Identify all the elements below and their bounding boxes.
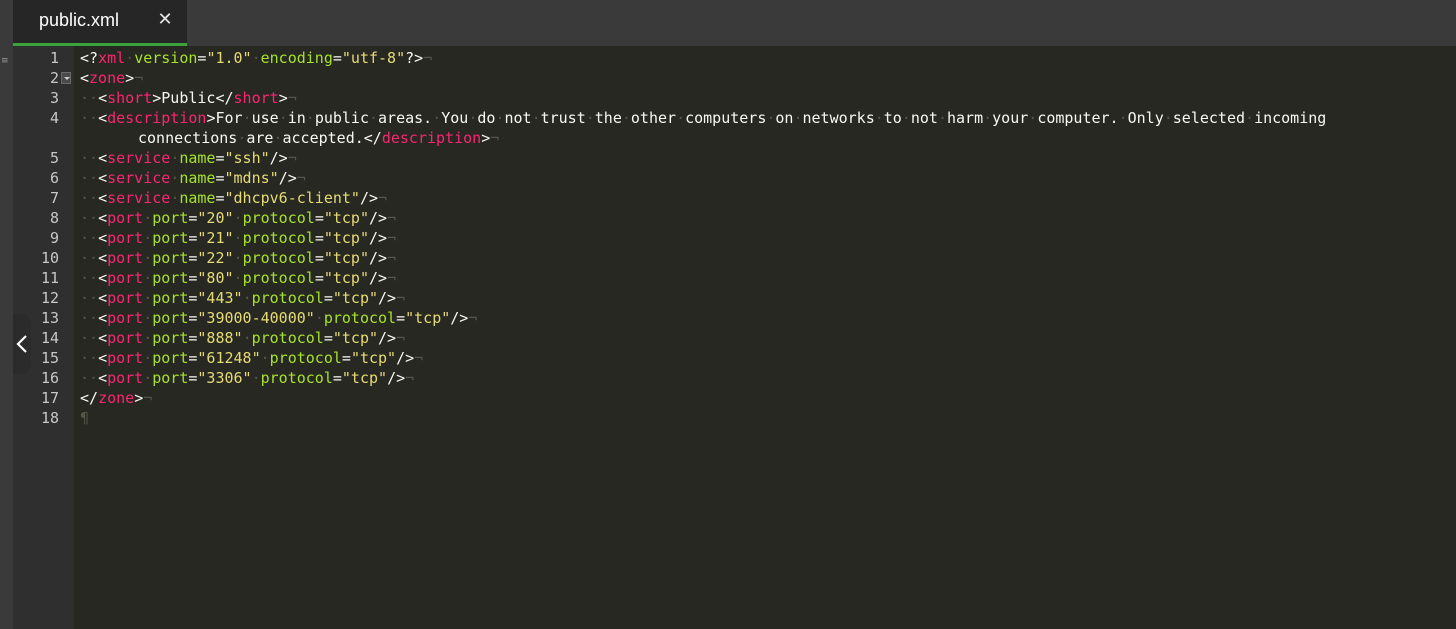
line-number: 11 [40,269,59,287]
code-text: ··<port·port="888"·protocol="tcp"/>¬ [80,329,406,347]
code-line[interactable]: 17 </zone>¬ [0,388,1456,408]
code-line[interactable]: 6 ··<service·name="mdns"/>¬ [0,168,1456,188]
line-number: 7 [49,189,59,207]
code-line[interactable]: 14 ··<port·port="888"·protocol="tcp"/>¬ [0,328,1456,348]
code-text: ··<port·port="3306"·protocol="tcp"/>¬ [80,369,415,387]
code-line[interactable]: 18 ¶ [0,408,1456,428]
code-line[interactable]: 10 ··<port·port="22"·protocol="tcp"/>¬ [0,248,1456,268]
code-text: ··<port·port="61248"·protocol="tcp"/>¬ [80,349,424,367]
tab-title: public.xml [39,10,120,30]
code-text: <?xml·version="1.0"·encoding="utf-8"?>¬ [80,49,433,67]
code-line[interactable]: 16 ··<port·port="3306"·protocol="tcp"/>¬ [0,368,1456,388]
code-line[interactable]: 4 ··<description>For·use·in·public·areas.… [0,108,1456,128]
code-text: ··<port·port="21"·protocol="tcp"/>¬ [80,229,397,247]
line-number: 3 [49,89,59,107]
code-line[interactable]: 11 ··<port·port="80"·protocol="tcp"/>¬ [0,268,1456,288]
line-number: 12 [40,289,59,307]
code-line-wrap[interactable]: connections·are·accepted.</description>¬ [0,128,1456,148]
code-text: ··<service·name="dhcpv6-client"/>¬ [80,189,388,207]
code-text: ··<short>Public</short>¬ [80,89,297,107]
code-line[interactable]: 13 ··<port·port="39000-40000"·protocol="t… [0,308,1456,328]
code-line[interactable]: 3 ··<short>Public</short>¬ [0,88,1456,108]
collapse-panel-button[interactable] [13,314,31,374]
line-number: 8 [49,209,59,227]
code-line[interactable]: 15 ··<port·port="61248"·protocol="tcp"/>¬ [0,348,1456,368]
code-line[interactable]: 9 ··<port·port="21"·protocol="tcp"/>¬ [0,228,1456,248]
line-number: 2 [49,69,59,87]
line-number: 17 [40,389,59,407]
code-text-continuation: connections·are·accepted.</description>¬ [138,129,500,147]
code-line[interactable]: 7 ··<service·name="dhcpv6-client"/>¬ [0,188,1456,208]
chevron-left-icon [16,335,27,353]
code-text: ··<service·name="ssh"/>¬ [80,149,297,167]
tab-public-xml[interactable]: public.xml ✕ [13,0,187,46]
code-text: ··<port·port="22"·protocol="tcp"/>¬ [80,249,397,267]
code-text: ··<port·port="443"·protocol="tcp"/>¬ [80,289,406,307]
code-line[interactable]: 12 ··<port·port="443"·protocol="tcp"/>¬ [0,288,1456,308]
close-icon[interactable]: ✕ [155,10,175,30]
line-number: 9 [49,229,59,247]
code-line[interactable]: 1 <?xml·version="1.0"·encoding="utf-8"?>¬ [0,48,1456,68]
line-number: 1 [49,49,59,67]
line-number: 18 [40,409,59,427]
code-text: ··<port·port="39000-40000"·protocol="tcp… [80,309,478,327]
fold-triangle-icon[interactable] [61,72,71,84]
code-text: <zone>¬ [80,69,144,87]
line-number: 4 [49,109,59,127]
line-number: 10 [40,249,59,267]
code-text: ··<port·port="20"·protocol="tcp"/>¬ [80,209,397,227]
tab-bar: public.xml ✕ [0,0,1456,46]
code-text: ··<service·name="mdns"/>¬ [80,169,306,187]
code-text: ··<description>For·use·in·public·areas.·… [80,109,1327,127]
code-line[interactable]: 8 ··<port·port="20"·protocol="tcp"/>¬ [0,208,1456,228]
line-number: 6 [49,169,59,187]
code-line[interactable]: 5 ··<service·name="ssh"/>¬ [0,148,1456,168]
line-number: 5 [49,149,59,167]
code-text: </zone>¬ [80,389,153,407]
code-text: ··<port·port="80"·protocol="tcp"/>¬ [80,269,397,287]
code-text: ¶ [80,409,90,427]
code-line[interactable]: 2 <zone>¬ [0,68,1456,88]
